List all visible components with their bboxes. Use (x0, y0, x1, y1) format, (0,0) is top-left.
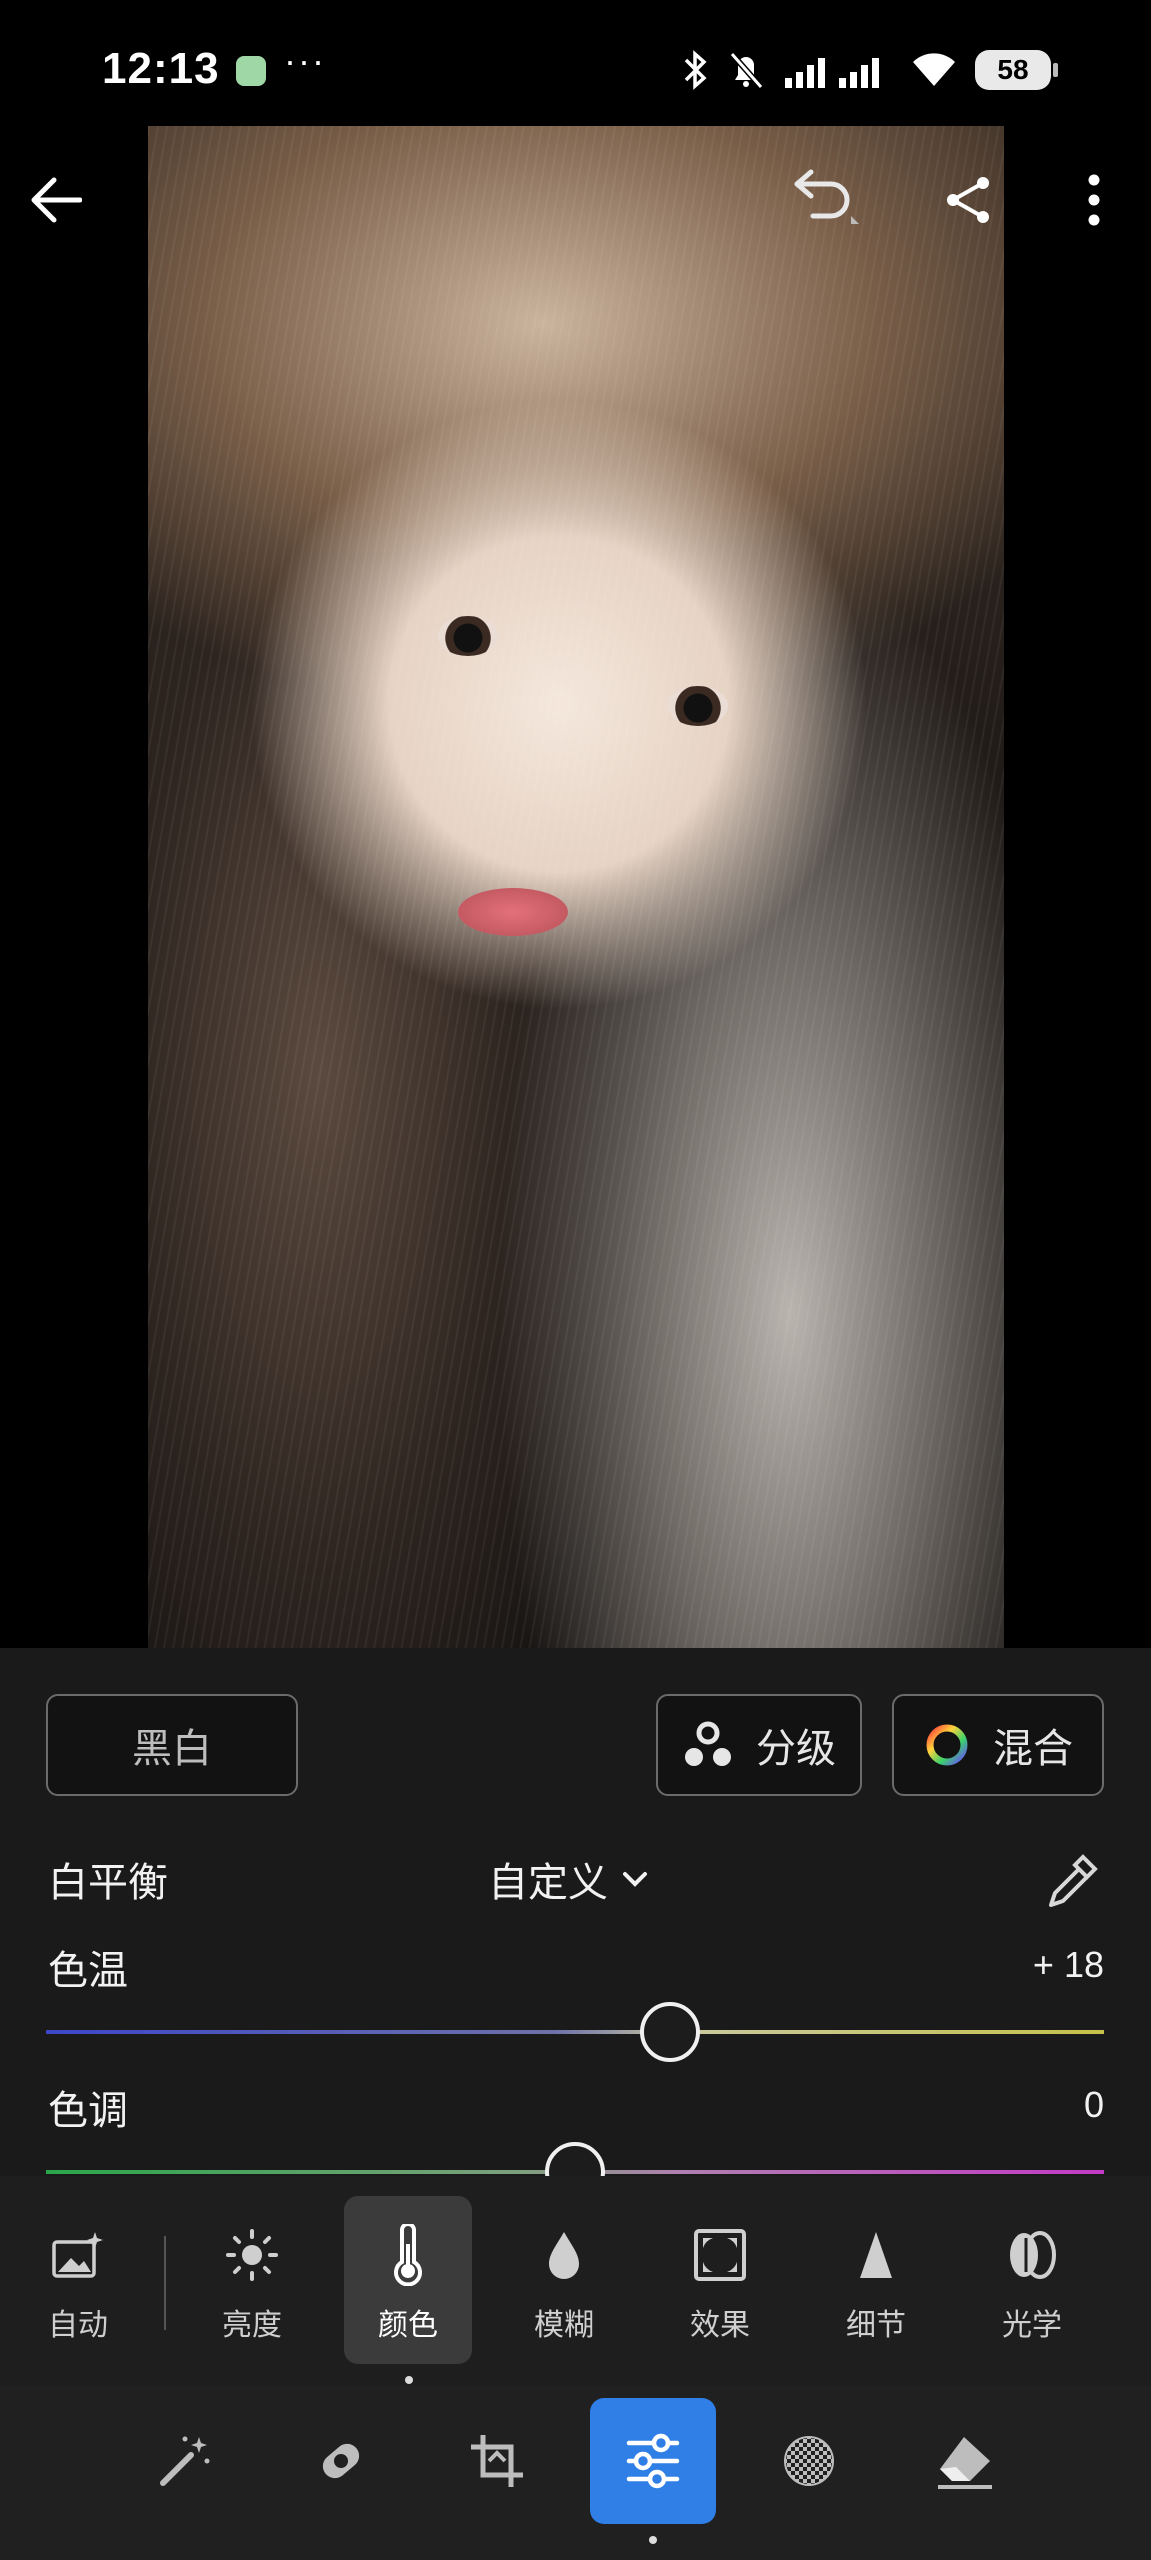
tab-effects-label: 效果 (690, 2309, 750, 2342)
hair-texture (148, 126, 1004, 1648)
silent-bell-icon (729, 52, 764, 89)
eyedropper-icon (1049, 1854, 1098, 1907)
white-balance-dropdown[interactable]: 自定义 (488, 1850, 648, 1908)
tab-detail[interactable]: 细节 (812, 2196, 940, 2364)
color-grading-button[interactable]: 分级 (656, 1694, 862, 1796)
tab-optics[interactable]: 光学 (968, 2196, 1096, 2364)
white-balance-label: 白平衡 (48, 1861, 168, 1905)
temperature-slider-knob[interactable] (640, 2002, 701, 2062)
back-arrow-icon (31, 177, 82, 223)
tab-divider (164, 2236, 166, 2330)
color-mixer-button[interactable]: 混合 (892, 1694, 1104, 1796)
eraser-icon (938, 2437, 992, 2489)
black-white-label: 黑白 (132, 1727, 212, 1771)
color-wheel-icon (926, 1724, 968, 1766)
grading-circles-icon (685, 1721, 731, 1766)
status-time: 12:13 (102, 44, 220, 93)
mask-icon (784, 2436, 834, 2486)
photo-lips (458, 888, 568, 936)
tab-brightness-label: 亮度 (222, 2309, 282, 2342)
tint-label: 色调 (48, 2089, 128, 2133)
nav-eraser-button[interactable] (902, 2398, 1028, 2524)
tab-color[interactable]: 颜色 (344, 2196, 472, 2364)
tab-blur[interactable]: 模糊 (500, 2196, 628, 2364)
tab-detail-label: 细节 (846, 2309, 906, 2342)
tab-optics-label: 光学 (1002, 2309, 1062, 2342)
vertical-dots-icon (1088, 174, 1100, 226)
mixer-label: 混合 (993, 1727, 1073, 1771)
battery-indicator: 58 (975, 50, 1058, 90)
active-nav-indicator (649, 2536, 657, 2544)
nav-healing-button[interactable] (278, 2398, 404, 2524)
adjust-sliders-icon (626, 2433, 680, 2489)
bluetooth-icon (684, 50, 707, 90)
active-tab-indicator (405, 2376, 413, 2384)
effects-icon (694, 2229, 746, 2281)
color-adjustment-panel: 黑白 分级 混合 白平衡 自定义 色温 + 18 色调 0 (0, 1648, 1151, 2202)
temperature-label: 色温 (48, 1949, 128, 1993)
tab-brightness[interactable]: 亮度 (188, 2196, 316, 2364)
temperature-slider[interactable] (46, 2030, 1104, 2034)
undo-icon (794, 169, 859, 224)
wifi-icon (913, 53, 955, 86)
share-icon (947, 177, 989, 223)
more-options-button[interactable] (1056, 162, 1132, 238)
chevron-down-icon (623, 1872, 647, 1887)
status-bar: 12:13 ··· 58 (0, 0, 1151, 120)
nav-crop-button[interactable] (434, 2398, 560, 2524)
grading-label: 分级 (756, 1727, 836, 1771)
healing-icon (322, 2443, 360, 2479)
magic-wand-icon (160, 2436, 210, 2486)
detail-icon (860, 2232, 892, 2278)
photo-eye-left (438, 616, 498, 656)
photo-eye-right (668, 686, 728, 726)
undo-button[interactable] (790, 162, 866, 238)
thermometer-icon (394, 2224, 422, 2286)
white-balance-value: 自定义 (488, 1861, 608, 1905)
auto-icon (52, 2232, 103, 2278)
nav-magic-button[interactable] (122, 2398, 248, 2524)
tab-auto-label: 自动 (48, 2309, 108, 2342)
blur-drop-icon (549, 2232, 579, 2279)
tab-color-label: 颜色 (378, 2309, 438, 2342)
notification-app-icon (236, 56, 266, 86)
brightness-icon (226, 2229, 278, 2281)
signal-strength-icon (785, 58, 879, 88)
crop-icon (471, 2435, 523, 2487)
tab-blur-label: 模糊 (534, 2309, 594, 2342)
eyedropper-button[interactable] (1032, 1842, 1112, 1922)
tab-auto[interactable]: 自动 (14, 2196, 142, 2364)
optics-icon (1010, 2231, 1056, 2279)
photo-preview[interactable] (148, 126, 1004, 1648)
share-button[interactable] (930, 162, 1006, 238)
tab-effects[interactable]: 效果 (656, 2196, 784, 2364)
status-icons: 58 (683, 50, 1058, 90)
more-notifications-icon: ··· (284, 40, 326, 81)
back-button[interactable] (18, 162, 94, 238)
tint-value: 0 (1083, 2084, 1104, 2125)
nav-mask-button[interactable] (746, 2398, 872, 2524)
black-white-button[interactable]: 黑白 (46, 1694, 298, 1796)
nav-adjust-button[interactable] (590, 2398, 716, 2524)
tool-tabs: 自动 亮度 颜色 模糊 效果 细节 光学 (0, 2176, 1151, 2386)
temperature-value: + 18 (1032, 1944, 1104, 1985)
bottom-navigation (0, 2386, 1151, 2560)
